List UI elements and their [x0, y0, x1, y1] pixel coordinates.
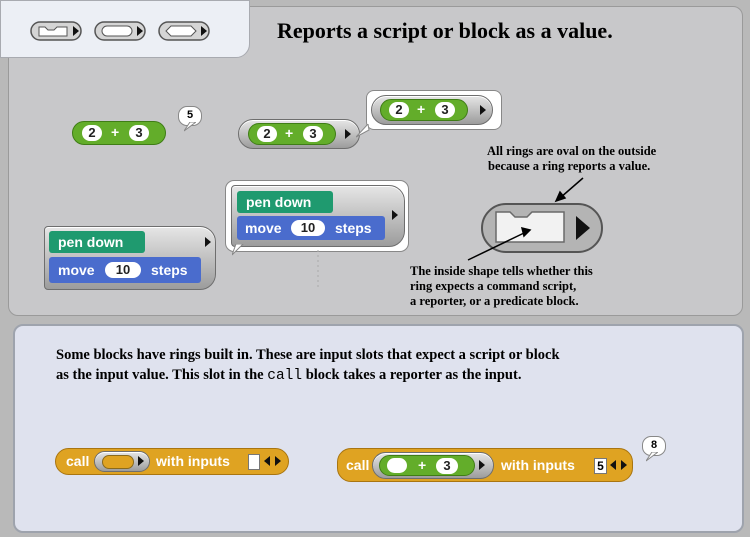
- ring-slot[interactable]: + 3: [372, 452, 494, 479]
- arrows-icon[interactable]: [264, 456, 282, 466]
- arrow-oval: [554, 177, 584, 203]
- bottom-text-2: as the input value. This slot in the cal…: [56, 366, 521, 386]
- bottom-text-1: Some blocks have rings built in. These a…: [56, 347, 560, 363]
- with-inputs-label: with inputs: [156, 453, 230, 469]
- input-slot[interactable]: 5: [594, 458, 607, 474]
- bottom-text-2a: as the input value. This slot in the: [56, 367, 264, 383]
- number-slot[interactable]: 3: [436, 458, 458, 474]
- bubble-tail-icon: [646, 452, 658, 462]
- arrow-right-icon[interactable]: [138, 456, 144, 466]
- empty-number-slot[interactable]: [387, 458, 407, 473]
- call-code: call: [267, 368, 303, 384]
- bottom-text-2b: block takes a reporter as the input.: [305, 367, 522, 383]
- arrows-icon[interactable]: [610, 460, 628, 470]
- green-reporter-block[interactable]: + 3: [379, 455, 475, 476]
- arrow-shape: [467, 226, 532, 261]
- input-slot[interactable]: [248, 454, 260, 470]
- arrow-right-icon[interactable]: [479, 460, 485, 470]
- call-label: call: [66, 453, 90, 469]
- operator: +: [418, 457, 427, 473]
- call-label: call: [346, 457, 370, 473]
- with-inputs-label: with inputs: [501, 457, 575, 473]
- ring-slot[interactable]: [94, 451, 150, 472]
- ring-hole: [102, 455, 134, 469]
- call-block[interactable]: call with inputs: [55, 448, 289, 475]
- call-block[interactable]: call + 3 with inputs 5: [337, 448, 633, 482]
